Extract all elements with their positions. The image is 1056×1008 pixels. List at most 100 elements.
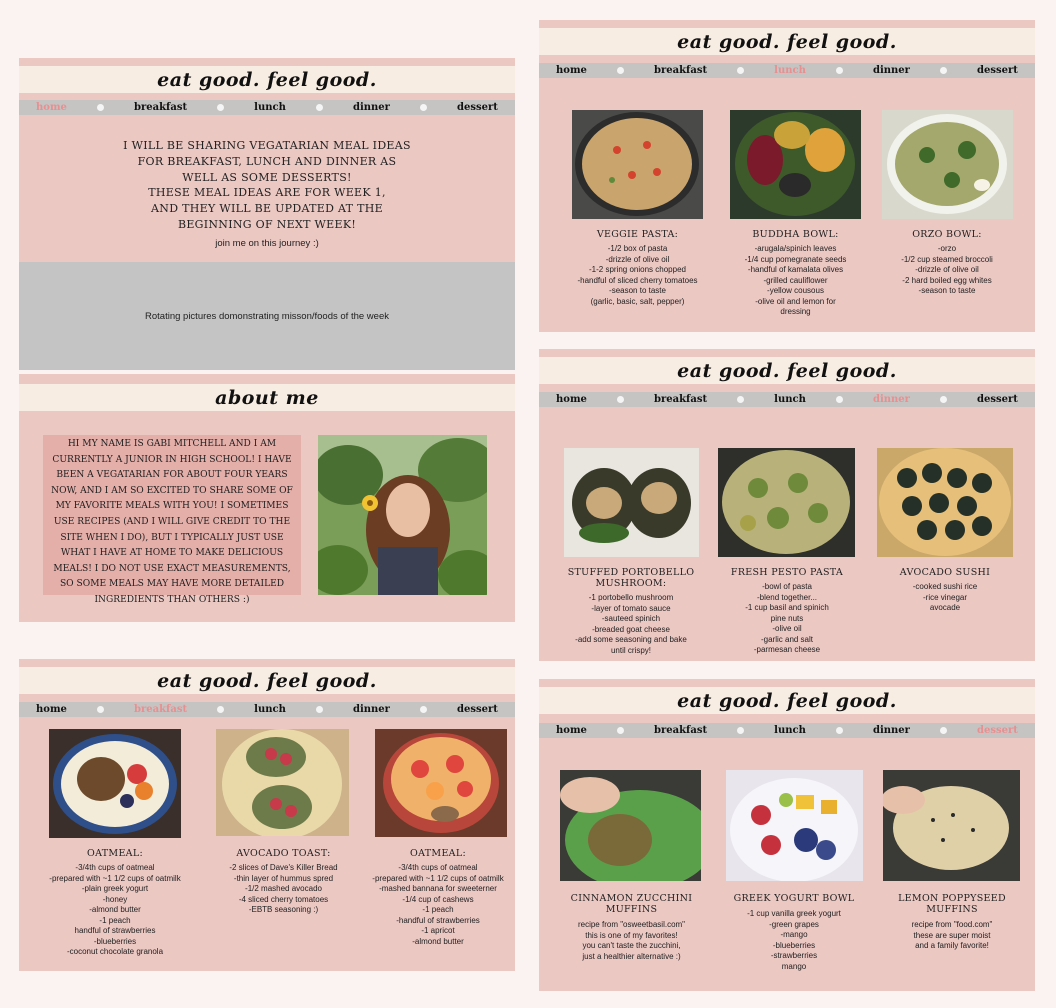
nav-dot [939, 727, 947, 734]
nav-dot [217, 706, 225, 713]
nav-bar: home breakfast lunch dinner dessert [539, 723, 1035, 738]
nav-dessert[interactable]: dessert [973, 725, 1022, 736]
nav-dot [217, 104, 225, 111]
dessert-panel: eat good. feel good. home breakfast lunc… [539, 679, 1035, 991]
lunch-card-2: Buddha Bowl: -arugala/spinich leaves -1/4… [719, 223, 872, 318]
nav-dessert[interactable]: dessert [453, 704, 502, 715]
nav-dinner[interactable]: dinner [869, 394, 914, 405]
nav-dot [835, 727, 843, 734]
banner-text: Rotating pictures domonstrating misson/f… [145, 310, 389, 322]
nav-lunch[interactable]: lunch [770, 65, 810, 76]
profile-photo [318, 435, 487, 595]
nav-dot [835, 396, 843, 403]
dinner-card-3: Avocado Sushi -cooked sushi rice -rice vi… [877, 561, 1013, 614]
dinner-card-1: Stuffed Portobello Mushroom: -1 portobel… [556, 561, 706, 656]
nav-bar: home breakfast lunch dinner dessert [19, 100, 515, 115]
nav-breakfast[interactable]: breakfast [650, 65, 711, 76]
lunch-panel: eat good. feel good. home breakfast lunc… [539, 20, 1035, 332]
nav-dot [96, 104, 104, 111]
breakfast-card-3: Oatmeal: -3/4th cups of oatmeal -prepared… [361, 842, 515, 947]
about-panel: about me Hi my name is Gabi Mitchell and… [19, 374, 515, 622]
rotating-banner[interactable]: Rotating pictures domonstrating misson/f… [19, 262, 515, 370]
dessert-card-1: Cinnamon Zucchini Muffins recipe from "o… [549, 887, 714, 962]
nav-bar: home breakfast lunch dinner dessert [539, 392, 1035, 407]
nav-dot [419, 706, 427, 713]
lunch-title-1: Veggie Pasta: [596, 229, 679, 240]
site-title: eat good. feel good. [539, 687, 1035, 714]
dinner-ingredients-1: -1 portobello mushroom -layer of tomato s… [575, 593, 687, 655]
nav-lunch[interactable]: lunch [250, 704, 290, 715]
dinner-title-1: Stuffed Portobello Mushroom: [567, 567, 695, 589]
dessert-title-1: Cinnamon Zucchini Muffins [570, 893, 693, 915]
nav-home[interactable]: home [32, 102, 71, 113]
dessert-ingredients-3: recipe from "food.com" these are super mo… [911, 920, 993, 950]
nav-lunch[interactable]: lunch [250, 102, 290, 113]
breakfast-card-2: Avocado Toast: -2 slices of Dave's Kille… [191, 842, 376, 916]
nav-dot [616, 727, 624, 734]
lunch-photo-2 [730, 110, 861, 219]
nav-dot [939, 67, 947, 74]
dessert-ingredients-2: -1 cup vanilla greek yogurt -green grapes… [747, 909, 841, 971]
nav-dot [835, 67, 843, 74]
lunch-photo-1 [572, 110, 703, 219]
dinner-ingredients-2: -bowl of pasta -blend together... -1 cup b… [745, 582, 829, 654]
nav-home[interactable]: home [552, 725, 591, 736]
site-title: eat good. feel good. [19, 667, 515, 694]
dinner-ingredients-3: -cooked sushi rice -rice vinegar avocade [912, 582, 978, 612]
nav-home[interactable]: home [552, 394, 591, 405]
nav-breakfast[interactable]: breakfast [130, 704, 191, 715]
dinner-panel: eat good. feel good. home breakfast lunc… [539, 349, 1035, 661]
nav-bar: home breakfast lunch dinner dessert [539, 63, 1035, 78]
breakfast-ingredients-3: -3/4th cups of oatmeal -prepared with ~1 … [372, 863, 504, 946]
nav-lunch[interactable]: lunch [770, 725, 810, 736]
breakfast-title-3: Oatmeal: [410, 848, 466, 859]
breakfast-photo-2 [216, 729, 349, 836]
nav-dinner[interactable]: dinner [349, 704, 394, 715]
dinner-title-2: Fresh Pesto Pasta [730, 567, 844, 578]
nav-dessert[interactable]: dessert [453, 102, 502, 113]
nav-dot [419, 104, 427, 111]
dessert-ingredients-1: recipe from "osweetbasil.com" this is one… [577, 920, 686, 961]
lunch-ingredients-2: -arugala/spinich leaves -1/4 cup pomegran… [744, 244, 847, 316]
dessert-title-3: Lemon Poppyseed Muffins [898, 893, 1006, 915]
site-title: eat good. feel good. [539, 28, 1035, 55]
nav-lunch[interactable]: lunch [770, 394, 810, 405]
lunch-photo-3 [882, 110, 1013, 219]
intro-text-2: These meal ideas are for week 1, and the… [148, 186, 386, 231]
site-title: eat good. feel good. [539, 357, 1035, 384]
nav-home[interactable]: home [552, 65, 591, 76]
breakfast-title-1: Oatmeal: [87, 848, 143, 859]
dessert-card-3: Lemon Poppyseed Muffins recipe from "foo… [877, 887, 1027, 952]
lunch-card-3: orzo bowl: -orzo -1/2 cup steamed broccol… [879, 223, 1015, 297]
breakfast-card-1: Oatmeal: -3/4th cups of oatmeal -prepared… [19, 842, 211, 958]
nav-dot [315, 706, 323, 713]
nav-dessert[interactable]: dessert [973, 65, 1022, 76]
about-text-box: Hi my name is Gabi Mitchell and I am cur… [43, 435, 301, 605]
nav-dinner[interactable]: dinner [869, 65, 914, 76]
journey-text: join me on this journey :) [215, 238, 319, 249]
nav-dot [315, 104, 323, 111]
intro-text-1: I will be sharing vegatarian meal ideas … [123, 139, 411, 184]
about-title: about me [19, 384, 515, 411]
dinner-title-3: Avocado Sushi [899, 567, 991, 578]
lunch-ingredients-1: -1/2 box of pasta -drizzle of olive oil -1… [577, 244, 698, 306]
dessert-photo-3 [883, 770, 1020, 881]
dinner-card-2: Fresh Pesto Pasta -bowl of pasta -blend t… [717, 561, 857, 656]
nav-home[interactable]: home [32, 704, 71, 715]
nav-dot [939, 396, 947, 403]
breakfast-panel: eat good. feel good. home breakfast lunc… [19, 659, 515, 971]
nav-dinner[interactable]: dinner [869, 725, 914, 736]
nav-dinner[interactable]: dinner [349, 102, 394, 113]
home-page-panel: eat good. feel good. home breakfast lunc… [19, 58, 515, 370]
nav-breakfast[interactable]: breakfast [650, 394, 711, 405]
nav-dot [616, 67, 624, 74]
dessert-photo-1 [560, 770, 701, 881]
nav-breakfast[interactable]: breakfast [650, 725, 711, 736]
nav-breakfast[interactable]: breakfast [130, 102, 191, 113]
about-text: Hi my name is Gabi Mitchell and I am cur… [51, 439, 293, 605]
breakfast-ingredients-1: -3/4th cups of oatmeal -prepared with ~1 … [49, 863, 181, 956]
lunch-title-2: Buddha Bowl: [752, 229, 839, 240]
nav-dessert[interactable]: dessert [973, 394, 1022, 405]
breakfast-photo-3 [375, 729, 507, 837]
nav-bar: home breakfast lunch dinner dessert [19, 702, 515, 717]
